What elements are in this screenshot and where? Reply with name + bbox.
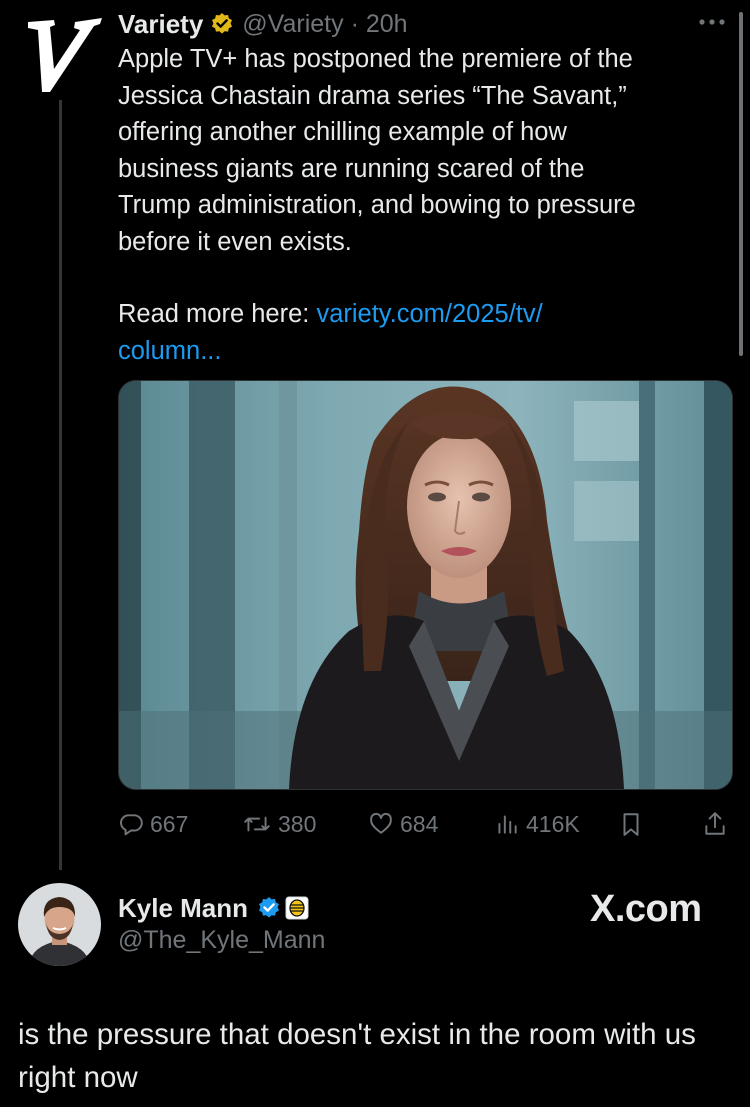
- reply-author-name[interactable]: Kyle Mann: [118, 893, 248, 924]
- view-count: 416K: [526, 810, 580, 837]
- repost-count: 380: [278, 810, 317, 837]
- reply-text: is the pressure that doesn't exist in th…: [18, 1018, 696, 1094]
- reply-button[interactable]: 667: [118, 806, 188, 842]
- reply-icon: [120, 814, 143, 836]
- views-chart-icon: [498, 815, 517, 834]
- like-button[interactable]: 684: [368, 806, 438, 842]
- article-link-continued[interactable]: column...: [118, 337, 221, 365]
- tweet-body: Apple TV+ has postponed the premiere of …: [118, 45, 636, 256]
- verified-blue-badge-icon: [259, 897, 280, 918]
- reply-author-header: Kyle Mann: [118, 890, 309, 926]
- tweet-header: Variety @Variety · 20h: [118, 7, 408, 41]
- watermark: X.com: [590, 888, 702, 930]
- author-name[interactable]: Variety: [118, 9, 203, 40]
- more-options-icon[interactable]: [692, 8, 732, 36]
- woman-portrait-image: [119, 381, 732, 789]
- read-more-line: Read more here: variety.com/2025/tv/colu…: [118, 296, 728, 369]
- reply-author-avatar[interactable]: [18, 883, 101, 966]
- avatar-photo: [18, 883, 101, 966]
- like-count: 684: [400, 810, 439, 837]
- article-link[interactable]: variety.com/2025/tv/: [316, 300, 542, 328]
- tweet-media-image[interactable]: [118, 380, 733, 790]
- thread-line: [59, 100, 62, 870]
- variety-logo-avatar[interactable]: [20, 14, 104, 96]
- tweet-text: Apple TV+ has postponed the premiere of …: [118, 41, 728, 369]
- heart-icon: [370, 812, 392, 834]
- author-handle-time[interactable]: @Variety · 20h: [242, 10, 407, 39]
- reply-author-handle[interactable]: @The_Kyle_Mann: [118, 926, 325, 955]
- verified-gold-badge-icon: [212, 13, 233, 34]
- reply-count: 667: [150, 810, 189, 837]
- bookmark-icon[interactable]: [618, 806, 644, 842]
- scrollbar[interactable]: [739, 12, 743, 356]
- share-icon[interactable]: [702, 806, 728, 842]
- views-button[interactable]: 416K: [494, 806, 580, 842]
- repost-icon: [244, 816, 270, 832]
- affiliate-logo-icon: [285, 896, 309, 920]
- tweet-action-bar: 667 380 684 416K: [118, 806, 728, 842]
- repost-button[interactable]: 380: [242, 806, 316, 842]
- read-more-label: Read more here:: [118, 300, 317, 328]
